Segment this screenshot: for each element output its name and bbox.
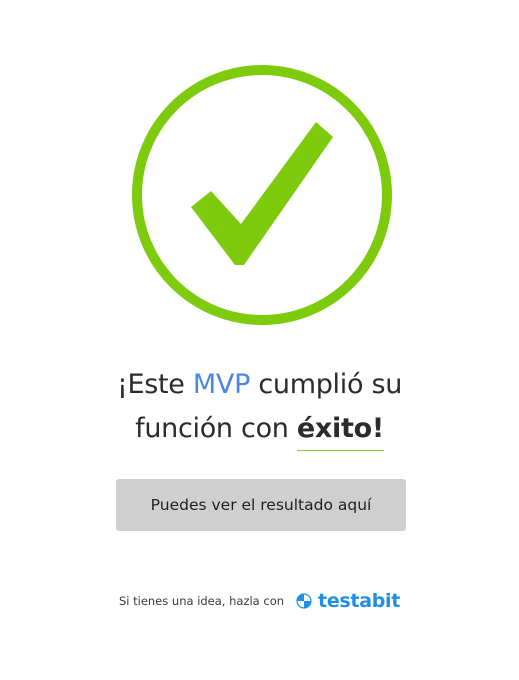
view-result-button[interactable]: Puedes ver el resultado aquí bbox=[116, 479, 406, 531]
headline-highlight: MVP bbox=[192, 369, 251, 400]
headline-line2-prefix: función con bbox=[135, 413, 297, 444]
headline-middle: cumplió su bbox=[250, 369, 403, 400]
brand-name: testabit bbox=[318, 590, 401, 612]
headline-emphasis: éxito! bbox=[296, 411, 384, 451]
footer-text: Si tienes una idea, hazla con bbox=[118, 594, 285, 608]
success-checkmark-icon bbox=[131, 64, 393, 326]
success-headline: ¡Este MVP cumplió su función con éxito! bbox=[0, 363, 519, 451]
footer: Si tienes una idea, hazla con testabit bbox=[0, 588, 519, 614]
headline-prefix: ¡Este bbox=[116, 369, 193, 400]
testabit-logo-icon bbox=[296, 593, 312, 609]
testabit-brand-link[interactable]: testabit bbox=[296, 590, 400, 612]
